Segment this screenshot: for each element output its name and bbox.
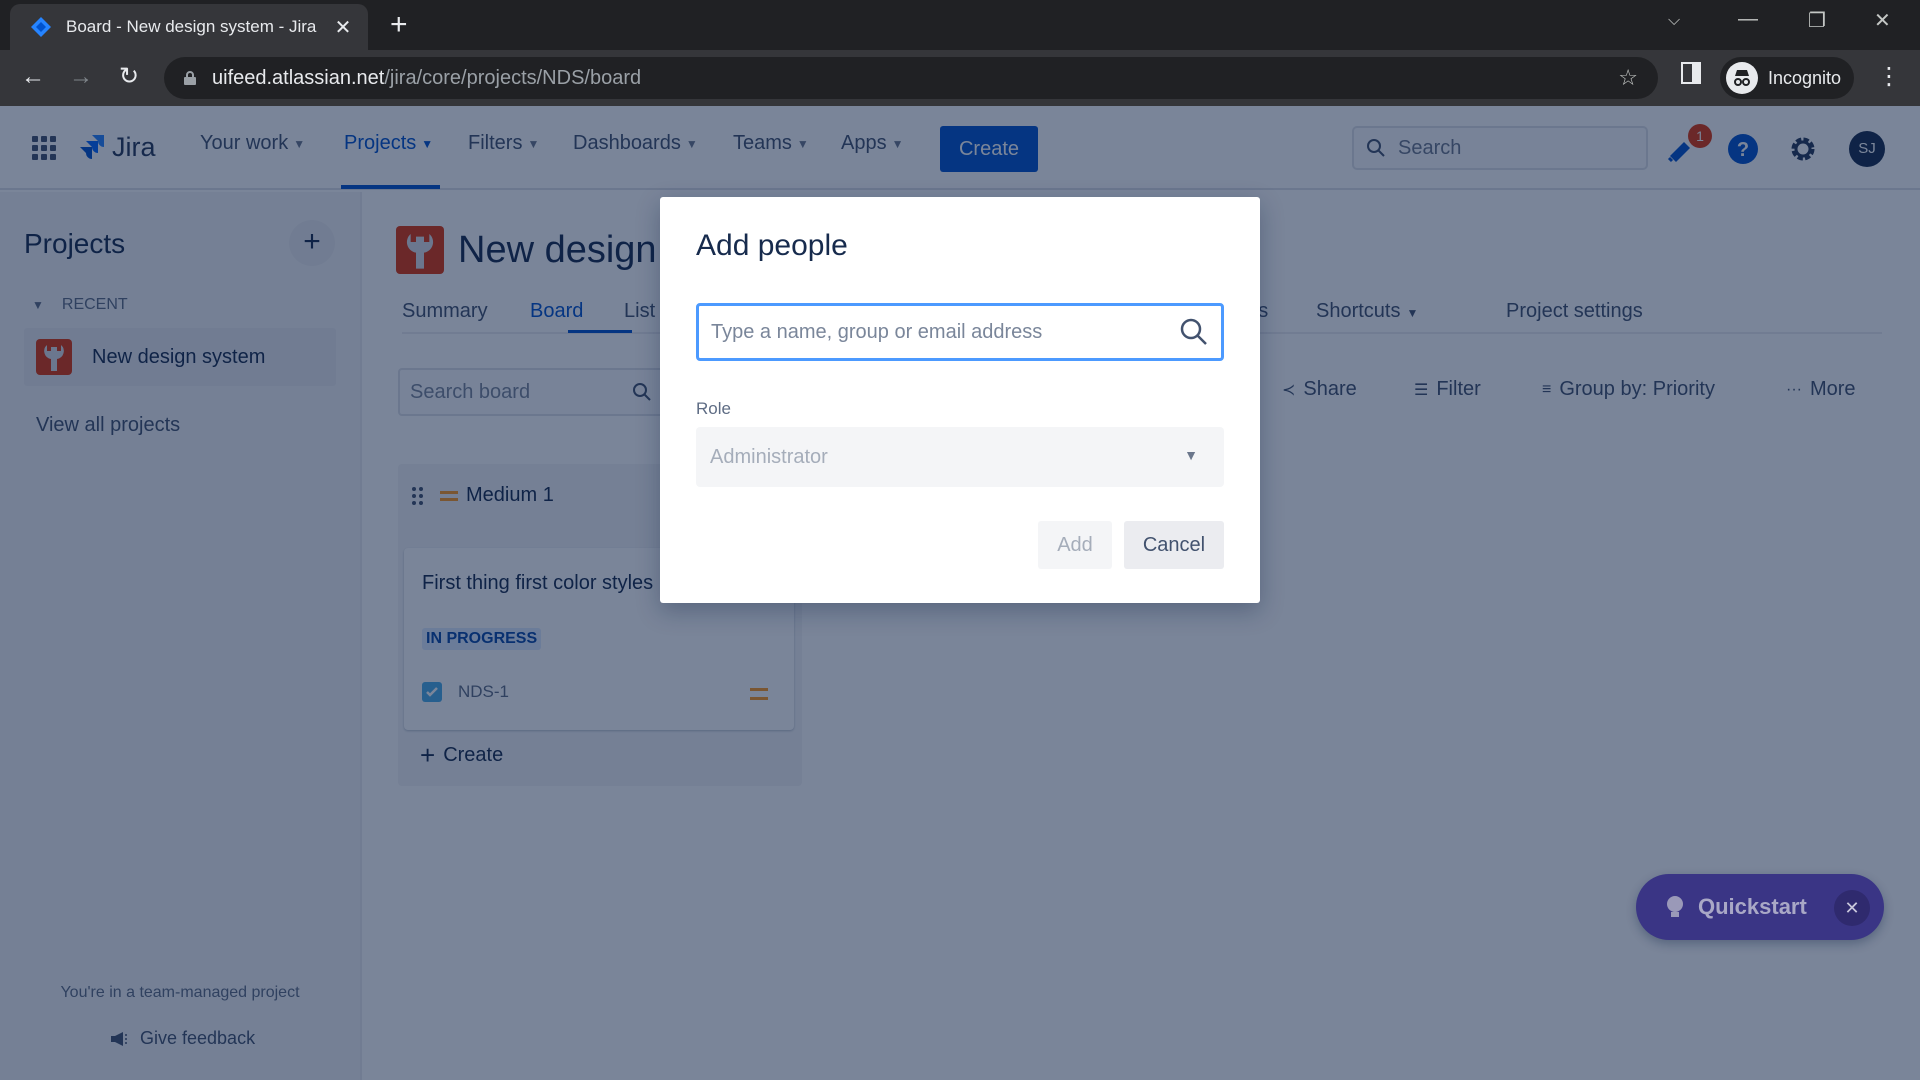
quickstart-label: Quickstart <box>1698 894 1807 919</box>
incognito-icon <box>1726 62 1758 94</box>
back-icon[interactable]: ← <box>18 62 48 92</box>
dialog-title: Add people <box>696 229 848 262</box>
search-icon <box>1180 318 1207 345</box>
bookmark-star-icon[interactable]: ☆ <box>1618 65 1638 91</box>
role-label: Role <box>696 399 731 418</box>
chevron-down-icon: ▼ <box>1184 447 1198 463</box>
tab-search-icon[interactable]: ⌵ <box>1668 12 1680 30</box>
quickstart-close-icon[interactable]: ✕ <box>1834 890 1870 926</box>
jira-favicon-icon <box>31 17 51 37</box>
forward-icon[interactable]: → <box>66 62 96 92</box>
tab-title: Board - New design system - Jira <box>66 17 317 36</box>
incognito-profile[interactable]: Incognito <box>1720 57 1854 99</box>
window-close-icon[interactable]: ✕ <box>1874 8 1891 33</box>
minimize-icon[interactable]: — <box>1738 8 1758 31</box>
lock-icon <box>184 71 196 85</box>
url-path: /jira/core/projects/NDS/board <box>384 66 642 89</box>
address-bar[interactable]: uifeed.atlassian.net/jira/core/projects/… <box>164 57 1658 99</box>
cancel-button[interactable]: Cancel <box>1124 521 1224 569</box>
people-search-input[interactable] <box>711 320 1179 344</box>
add-button[interactable]: Add <box>1038 521 1112 569</box>
role-select[interactable]: Administrator ▼ <box>696 427 1224 487</box>
restore-icon[interactable]: ❐ <box>1808 8 1826 33</box>
url-host: uifeed.atlassian.net <box>212 66 385 89</box>
browser-tab[interactable]: Board - New design system - Jira ✕ <box>10 4 368 50</box>
incognito-label: Incognito <box>1768 67 1842 88</box>
tab-close-icon[interactable]: ✕ <box>332 15 354 40</box>
browser-tab-strip: Board - New design system - Jira ✕ + ⌵ —… <box>0 0 1920 50</box>
add-people-dialog: Add people Role Administrator ▼ Add Canc… <box>660 197 1260 603</box>
browser-menu-icon[interactable]: ⋮ <box>1874 62 1904 92</box>
lightbulb-icon <box>1667 896 1683 917</box>
role-value: Administrator <box>710 445 828 468</box>
people-search-field[interactable] <box>696 303 1224 361</box>
browser-toolbar: ← → ↻ uifeed.atlassian.net/jira/core/pro… <box>0 50 1920 106</box>
quickstart-button[interactable]: Quickstart ✕ <box>1636 874 1884 940</box>
side-panel-icon[interactable] <box>1676 62 1706 92</box>
new-tab-button[interactable]: + <box>390 10 408 40</box>
reload-icon[interactable]: ↻ <box>114 62 144 92</box>
